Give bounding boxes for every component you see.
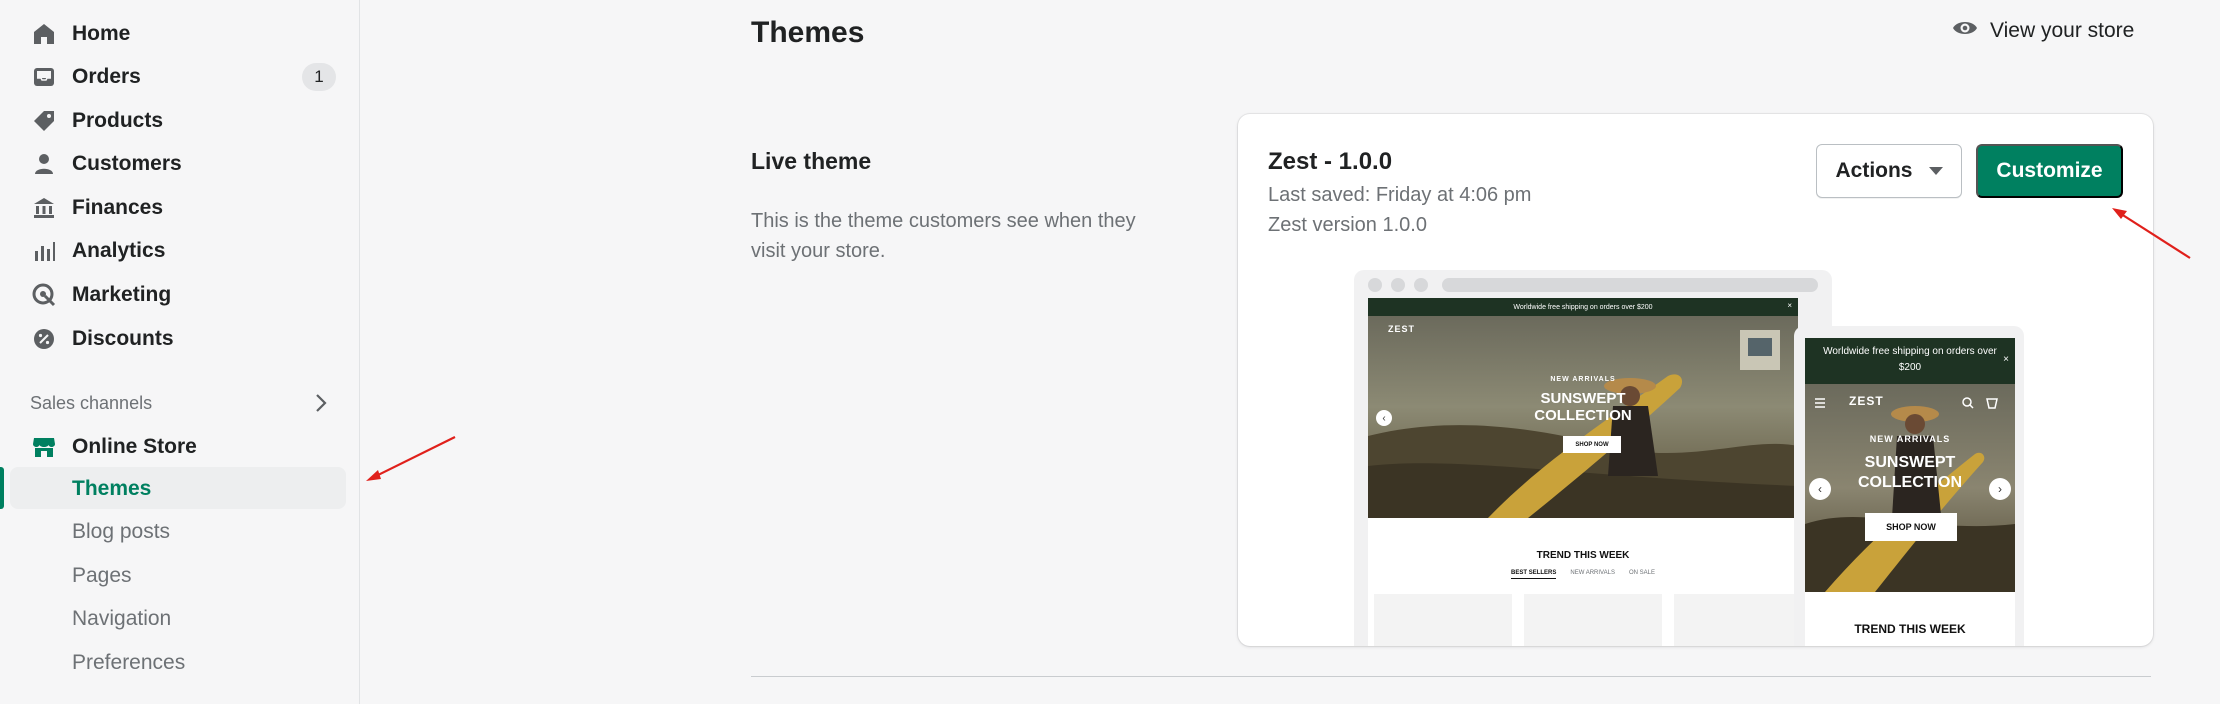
- sidebar-item-label: Customers: [72, 152, 182, 175]
- live-theme-heading: Live theme: [751, 148, 872, 174]
- sidebar-item-label: Home: [72, 22, 131, 45]
- preview-new-arrivals: NEW ARRIVALS: [1869, 434, 1951, 444]
- active-item-highlight: [10, 467, 346, 509]
- sidebar-item-label: Products: [72, 109, 164, 132]
- preview-hero-image: ZEST NEW ARRIVALS SUNSWEPT COLLECTION SH…: [1805, 384, 2015, 592]
- sidebar-item-online-store[interactable]: Online Store: [0, 426, 346, 468]
- sidebar-item-label: Discounts: [72, 327, 174, 350]
- discount-icon: [31, 326, 57, 352]
- eye-icon: [1952, 18, 1978, 44]
- preview-product-card: [1524, 594, 1662, 646]
- home-icon: [31, 21, 57, 47]
- annotation-arrow-themes: [366, 436, 456, 481]
- close-icon: ×: [1787, 301, 1792, 310]
- sidebar-item-products[interactable]: Products: [0, 100, 346, 142]
- orders-count-badge: 1: [302, 63, 336, 91]
- sidebar-item-label: Analytics: [72, 239, 166, 262]
- sales-channels-heading: Sales channels: [30, 393, 153, 413]
- sidebar: Home Orders 1 Products Customers Finance…: [0, 0, 360, 704]
- preview-headline-line-2: COLLECTION: [1534, 407, 1632, 424]
- sidebar-subitem-preferences[interactable]: Preferences: [72, 651, 185, 675]
- sidebar-item-marketing[interactable]: Marketing: [0, 274, 346, 316]
- desktop-preview: Worldwide free shipping on orders over $…: [1354, 270, 1832, 646]
- preview-headline-line-1: SUNSWEPT: [1864, 454, 1956, 471]
- preview-tab: BEST SELLERS: [1511, 570, 1557, 579]
- sidebar-item-finances[interactable]: Finances: [0, 187, 346, 229]
- sidebar-item-orders[interactable]: Orders 1: [0, 56, 346, 98]
- section-divider: [751, 676, 2151, 677]
- store-icon: [31, 434, 57, 460]
- sidebar-subitem-themes[interactable]: Themes: [72, 477, 151, 501]
- preview-headline: SUNSWEPT COLLECTION: [1368, 390, 1798, 424]
- person-icon: [31, 151, 57, 177]
- customize-button[interactable]: Customize: [1976, 144, 2123, 198]
- live-theme-card: Zest - 1.0.0 Last saved: Friday at 4:06 …: [1238, 114, 2153, 646]
- view-store-label: View your store: [1990, 19, 2135, 42]
- sidebar-item-label: Orders: [72, 65, 141, 88]
- sidebar-subitem-blog-posts[interactable]: Blog posts: [72, 520, 170, 544]
- preview-trend-heading: TREND THIS WEEK: [1854, 622, 1966, 636]
- theme-version: Zest version 1.0.0: [1268, 214, 1427, 236]
- browser-dots: [1368, 278, 1428, 292]
- theme-name: Zest - 1.0.0: [1268, 148, 1393, 175]
- caret-down-icon: [1928, 167, 1943, 175]
- page-title: Themes: [751, 16, 865, 49]
- sidebar-subitem-navigation[interactable]: Navigation: [72, 607, 171, 631]
- sidebar-item-discounts[interactable]: Discounts: [0, 318, 346, 360]
- actions-label: Actions: [1835, 159, 1913, 182]
- preview-shop-now-button: SHOP NOW: [1865, 513, 1957, 541]
- sidebar-subitem-pages[interactable]: Pages: [72, 564, 132, 588]
- desktop-preview-screen: Worldwide free shipping on orders over $…: [1368, 298, 1798, 646]
- sidebar-item-label: Finances: [72, 196, 164, 219]
- target-icon: [31, 282, 57, 308]
- close-icon: ×: [2003, 354, 2009, 365]
- sidebar-item-analytics[interactable]: Analytics: [0, 230, 346, 272]
- mobile-preview: Worldwide free shipping on orders over $…: [1794, 326, 2024, 646]
- preview-next-arrow-icon: ›: [1989, 478, 2011, 500]
- preview-trend-heading: TREND THIS WEEK: [1536, 550, 1630, 561]
- preview-tabs: BEST SELLERS NEW ARRIVALS ON SALE: [1368, 570, 1798, 579]
- preview-tab: ON SALE: [1628, 570, 1655, 576]
- chevron-right-icon[interactable]: [310, 390, 332, 416]
- preview-product-grid: [1374, 594, 1798, 646]
- sidebar-item-label: Online Store: [72, 435, 197, 458]
- browser-url-bar: [1442, 278, 1818, 292]
- preview-headline-line-2: COLLECTION: [1858, 474, 1962, 491]
- preview-product-card: [1374, 594, 1512, 646]
- preview-new-arrivals: NEW ARRIVALS: [1550, 376, 1616, 383]
- preview-headline-line-1: SUNSWEPT: [1540, 390, 1626, 407]
- preview-prev-arrow-icon: ‹: [1376, 410, 1392, 426]
- actions-button[interactable]: Actions: [1816, 144, 1962, 198]
- preview-shop-now-button: SHOP NOW: [1563, 436, 1621, 453]
- preview-announcement-text: Worldwide free shipping on orders over $…: [1823, 346, 1997, 373]
- preview-announcement-bar: Worldwide free shipping on orders over $…: [1805, 338, 2015, 384]
- inbox-icon: [31, 64, 57, 90]
- bar-chart-icon: [31, 238, 57, 264]
- preview-logo: ZEST: [1849, 394, 1884, 408]
- bank-icon: [31, 195, 57, 221]
- live-theme-description: This is the theme customers see when the…: [751, 210, 1136, 262]
- tag-icon: [31, 108, 57, 134]
- preview-headline: SUNSWEPT COLLECTION: [1805, 453, 2015, 493]
- preview-announcement-text: Worldwide free shipping on orders over $…: [1513, 303, 1653, 311]
- sidebar-item-customers[interactable]: Customers: [0, 143, 346, 185]
- sidebar-item-home[interactable]: Home: [0, 13, 346, 55]
- preview-tab: NEW ARRIVALS: [1570, 570, 1615, 576]
- preview-logo: ZEST: [1388, 324, 1416, 334]
- sidebar-item-label: Marketing: [72, 283, 172, 306]
- preview-hero-image: ZEST NEW ARRIVALS SUNSWEPT COLLECTION SH…: [1368, 316, 1798, 518]
- mobile-preview-screen: Worldwide free shipping on orders over $…: [1805, 338, 2015, 646]
- preview-product-card: [1674, 594, 1798, 646]
- preview-announcement-bar: Worldwide free shipping on orders over $…: [1368, 298, 1798, 316]
- theme-last-saved: Last saved: Friday at 4:06 pm: [1268, 184, 1532, 206]
- active-item-indicator: [0, 467, 4, 509]
- preview-prev-arrow-icon: ‹: [1809, 478, 1831, 500]
- view-store-link[interactable]: View your store: [1952, 18, 2134, 44]
